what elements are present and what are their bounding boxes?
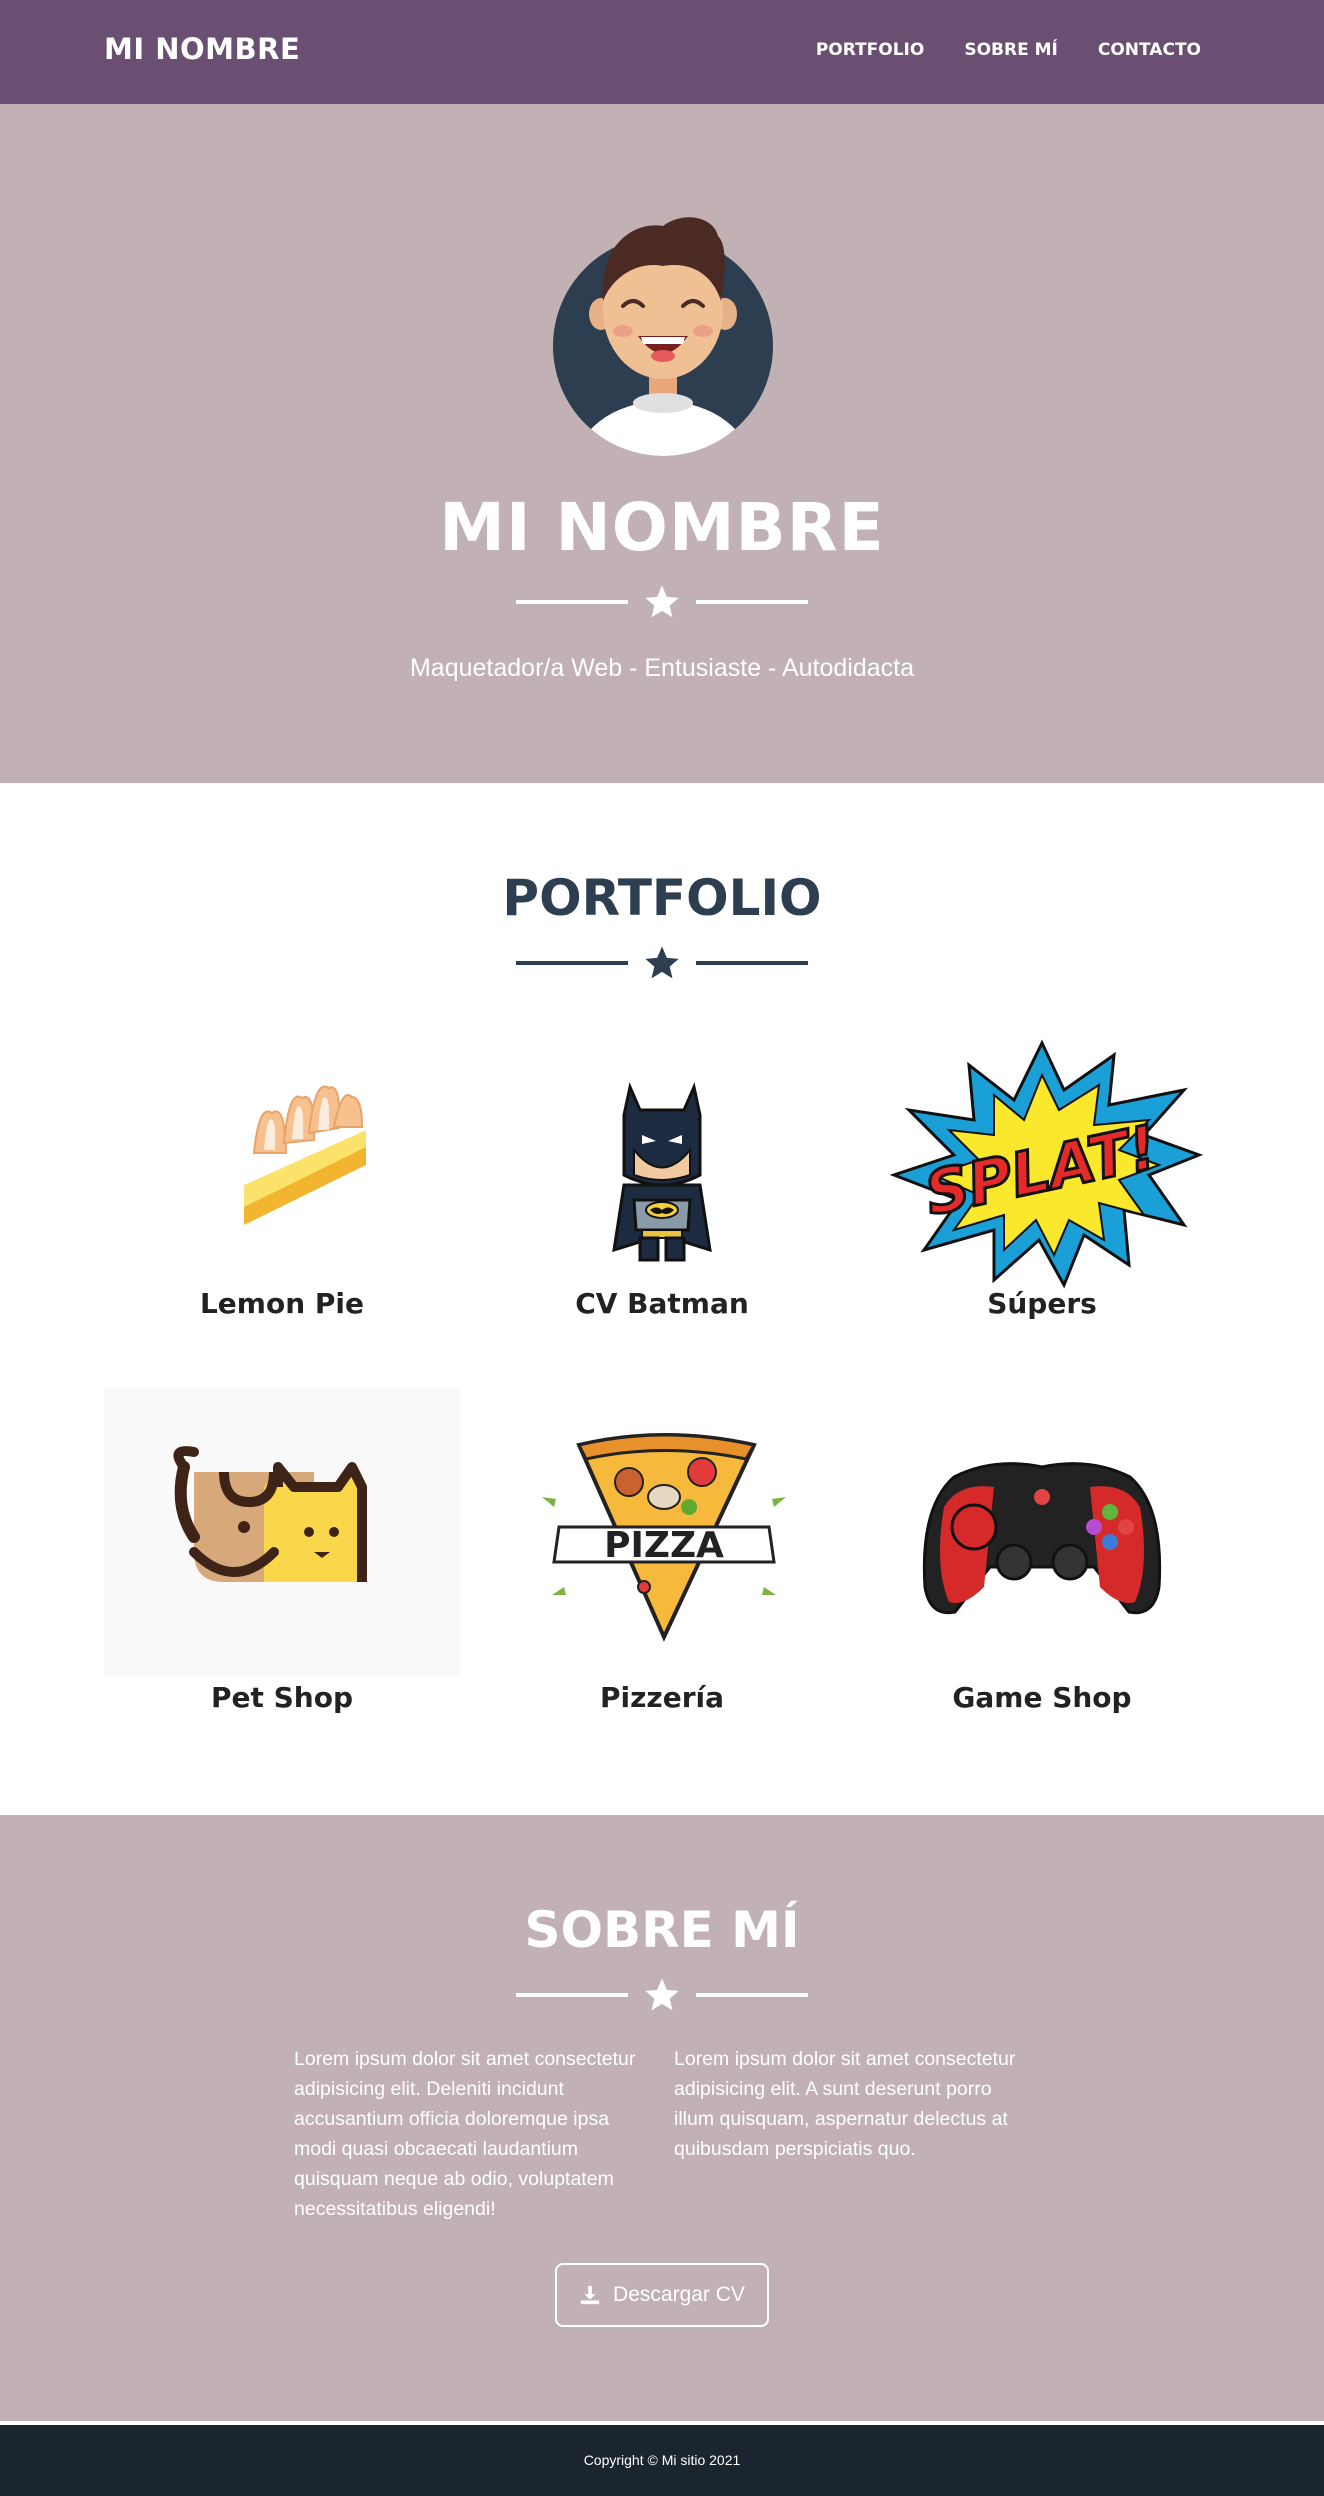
portfolio-divider xyxy=(516,943,808,983)
navbar: MI NOMBRE PORTFOLIO SOBRE MÍ CONTACTO xyxy=(0,0,1324,104)
portfolio-item-game-shop[interactable]: Game Shop xyxy=(864,1387,1220,1727)
divider-line-right xyxy=(696,1993,808,1997)
nav-link-portfolio[interactable]: PORTFOLIO xyxy=(816,40,925,60)
portfolio-item-label: Pet Shop xyxy=(210,1681,354,1714)
download-cv-label: Descargar CV xyxy=(613,2283,745,2306)
divider-line-right xyxy=(696,961,808,965)
portfolio-item-lemon-pie[interactable]: Lemon Pie xyxy=(104,1035,460,1375)
download-cv-button[interactable]: Descargar CV xyxy=(555,2263,769,2327)
pizza-logo-icon: PIZZA xyxy=(542,1433,786,1642)
download-icon xyxy=(580,2285,600,2305)
about-text-left: Lorem ipsum dolor sit amet consectetur a… xyxy=(294,2048,636,2220)
star-icon xyxy=(645,946,679,979)
divider-line-left xyxy=(516,600,628,604)
about-section: SOBRE MÍ Lorem ipsum dolor sit amet cons… xyxy=(0,1815,1324,2421)
portfolio-section: PORTFOLIO Lemon Pie CV Batman SPLAT! Súp… xyxy=(0,783,1324,1815)
portfolio-item-label: Súpers xyxy=(987,1287,1097,1320)
svg-text:PIZZA: PIZZA xyxy=(604,1525,724,1566)
divider-line-right xyxy=(696,600,808,604)
portfolio-title: PORTFOLIO xyxy=(502,869,822,927)
nav-links: PORTFOLIO SOBRE MÍ CONTACTO xyxy=(816,40,1201,60)
portfolio-item-supers[interactable]: SPLAT! Súpers xyxy=(864,1035,1220,1375)
hero-subtitle: Maquetador/a Web - Entusiaste - Autodida… xyxy=(409,654,914,682)
lemon-pie-icon xyxy=(244,1085,366,1225)
hero-divider xyxy=(516,582,808,622)
hero-section: MI NOMBRE Maquetador/a Web - Entusiaste … xyxy=(0,104,1324,783)
brand-logo[interactable]: MI NOMBRE xyxy=(104,32,300,66)
batman-icon xyxy=(612,1082,712,1262)
portfolio-item-label: Game Shop xyxy=(952,1681,1132,1714)
portfolio-item-cv-batman[interactable]: CV Batman xyxy=(484,1035,840,1375)
star-icon xyxy=(645,585,679,618)
portfolio-item-pizzeria[interactable]: PIZZA Pizzería xyxy=(484,1387,840,1727)
nav-link-contacto[interactable]: CONTACTO xyxy=(1098,40,1201,60)
star-icon xyxy=(645,1978,679,2011)
nav-link-sobre-mi[interactable]: SOBRE MÍ xyxy=(964,40,1058,60)
footer: Copyright © Mi sitio 2021 xyxy=(0,2425,1324,2496)
about-divider xyxy=(516,1975,808,2015)
splat-comic-icon: SPLAT! xyxy=(889,1039,1204,1289)
about-title: SOBRE MÍ xyxy=(524,1901,800,1959)
about-text-right: Lorem ipsum dolor sit amet consectetur a… xyxy=(674,2048,1016,2160)
gamepad-icon xyxy=(922,1462,1162,1615)
avatar-icon xyxy=(553,217,773,456)
portfolio-item-label: Pizzería xyxy=(599,1681,724,1714)
pet-shop-logo-icon xyxy=(104,1387,460,1677)
portfolio-item-label: Lemon Pie xyxy=(199,1287,365,1320)
copyright-text: Copyright © Mi sitio 2021 xyxy=(583,2452,741,2468)
portfolio-item-pet-shop[interactable]: Pet Shop xyxy=(104,1387,460,1727)
divider-line-left xyxy=(516,1993,628,1997)
divider-line-left xyxy=(516,961,628,965)
portfolio-item-label: CV Batman xyxy=(575,1287,749,1320)
hero-title: MI NOMBRE xyxy=(439,489,885,566)
